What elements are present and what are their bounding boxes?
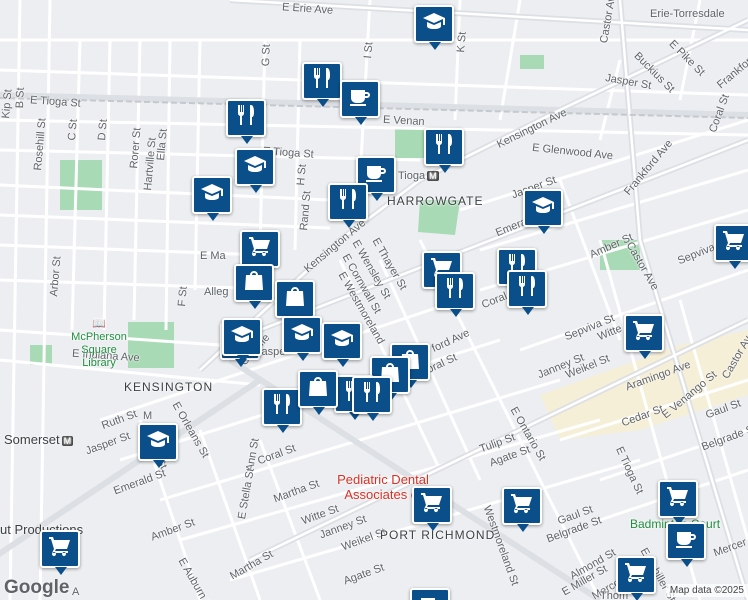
street-label: B St (14, 87, 27, 109)
school-pin[interactable] (282, 316, 322, 361)
school-pin[interactable] (523, 189, 563, 234)
cafe-pin[interactable] (410, 588, 450, 600)
street-label: M (143, 410, 153, 422)
street-label: F St (176, 285, 190, 308)
cafe-icon (348, 85, 372, 113)
street-label: D St (96, 118, 110, 142)
grocery-pin[interactable] (616, 556, 656, 600)
cafe-pin[interactable] (340, 80, 380, 125)
grocery-icon (510, 492, 534, 520)
grocery-pin[interactable] (240, 230, 280, 275)
school-pin[interactable] (414, 5, 454, 50)
restaurant-pin[interactable] (435, 272, 475, 317)
school-icon (422, 10, 446, 38)
restaurant-pin[interactable] (424, 128, 464, 173)
grocery-pin[interactable] (714, 224, 748, 269)
shop-pin[interactable] (275, 280, 315, 325)
restaurant-icon (234, 104, 258, 132)
school-pin[interactable] (235, 148, 275, 193)
school-icon (230, 323, 254, 351)
shop-pin[interactable] (298, 370, 338, 415)
station-label: Somerset M (4, 432, 74, 447)
school-icon (243, 153, 267, 181)
restaurant-pin[interactable] (302, 62, 342, 107)
street-label: A (72, 586, 80, 598)
school-pin[interactable] (222, 318, 262, 363)
street-label: I St (362, 41, 376, 60)
grocery-pin[interactable] (658, 480, 698, 525)
restaurant-icon (310, 67, 334, 95)
school-icon (146, 428, 170, 456)
grocery-icon (624, 561, 648, 589)
grocery-pin[interactable] (624, 314, 664, 359)
school-pin[interactable] (192, 176, 232, 221)
restaurant-pin[interactable] (352, 376, 392, 421)
street-label: Kip St (0, 88, 15, 120)
grocery-icon (632, 319, 656, 347)
shop-pin[interactable] (234, 264, 274, 309)
restaurant-pin[interactable] (262, 388, 302, 433)
grocery-pin[interactable] (40, 530, 80, 575)
shop-icon (242, 269, 266, 297)
restaurant-icon (270, 393, 294, 421)
restaurant-pin[interactable] (507, 270, 547, 315)
map-attribution[interactable]: Map data ©2025 (665, 584, 748, 597)
restaurant-icon (360, 381, 384, 409)
restaurant-icon (432, 133, 456, 161)
street-label: K St (455, 31, 469, 54)
place-label: Erie-Torresdale (650, 8, 725, 20)
restaurant-icon (336, 188, 360, 216)
library-label[interactable]: 📖 McPherson Square Library (64, 318, 134, 370)
school-pin[interactable] (138, 423, 178, 468)
station-label: Tioga M (398, 170, 439, 182)
school-icon (290, 321, 314, 349)
school-icon (531, 194, 555, 222)
grocery-icon (248, 235, 272, 263)
grocery-icon (722, 229, 746, 257)
street-label: E Ma (200, 250, 226, 262)
grocery-icon (666, 485, 690, 513)
street-label: C St (66, 118, 80, 142)
school-icon (200, 181, 224, 209)
grocery-icon (420, 491, 444, 519)
grocery-pin[interactable] (502, 487, 542, 532)
map-canvas[interactable]: E Erie Ave Castor Ave Erie-Torresdale Bu… (0, 0, 748, 600)
neighborhood-label: HARROWGATE (387, 194, 484, 208)
street-label: G St (260, 43, 273, 67)
cafe-icon (674, 527, 698, 555)
school-pin[interactable] (322, 322, 362, 367)
grocery-pin[interactable] (412, 486, 452, 531)
restaurant-icon (443, 277, 467, 305)
library-icon: 📖 (92, 318, 106, 330)
restaurant-icon (515, 275, 539, 303)
neighborhood-label: KENSINGTON (124, 380, 214, 394)
google-logo: Google (4, 577, 70, 598)
street-label: Alleg (204, 286, 229, 298)
school-icon (330, 327, 354, 355)
restaurant-pin[interactable] (226, 99, 266, 144)
street-label: H St (295, 163, 309, 187)
shop-icon (283, 285, 307, 313)
shop-icon (306, 375, 330, 403)
cafe-pin[interactable] (666, 522, 706, 567)
cafe-icon (418, 593, 442, 600)
street-label: E Venan (382, 113, 425, 129)
grocery-icon (48, 535, 72, 563)
restaurant-pin[interactable] (328, 183, 368, 228)
